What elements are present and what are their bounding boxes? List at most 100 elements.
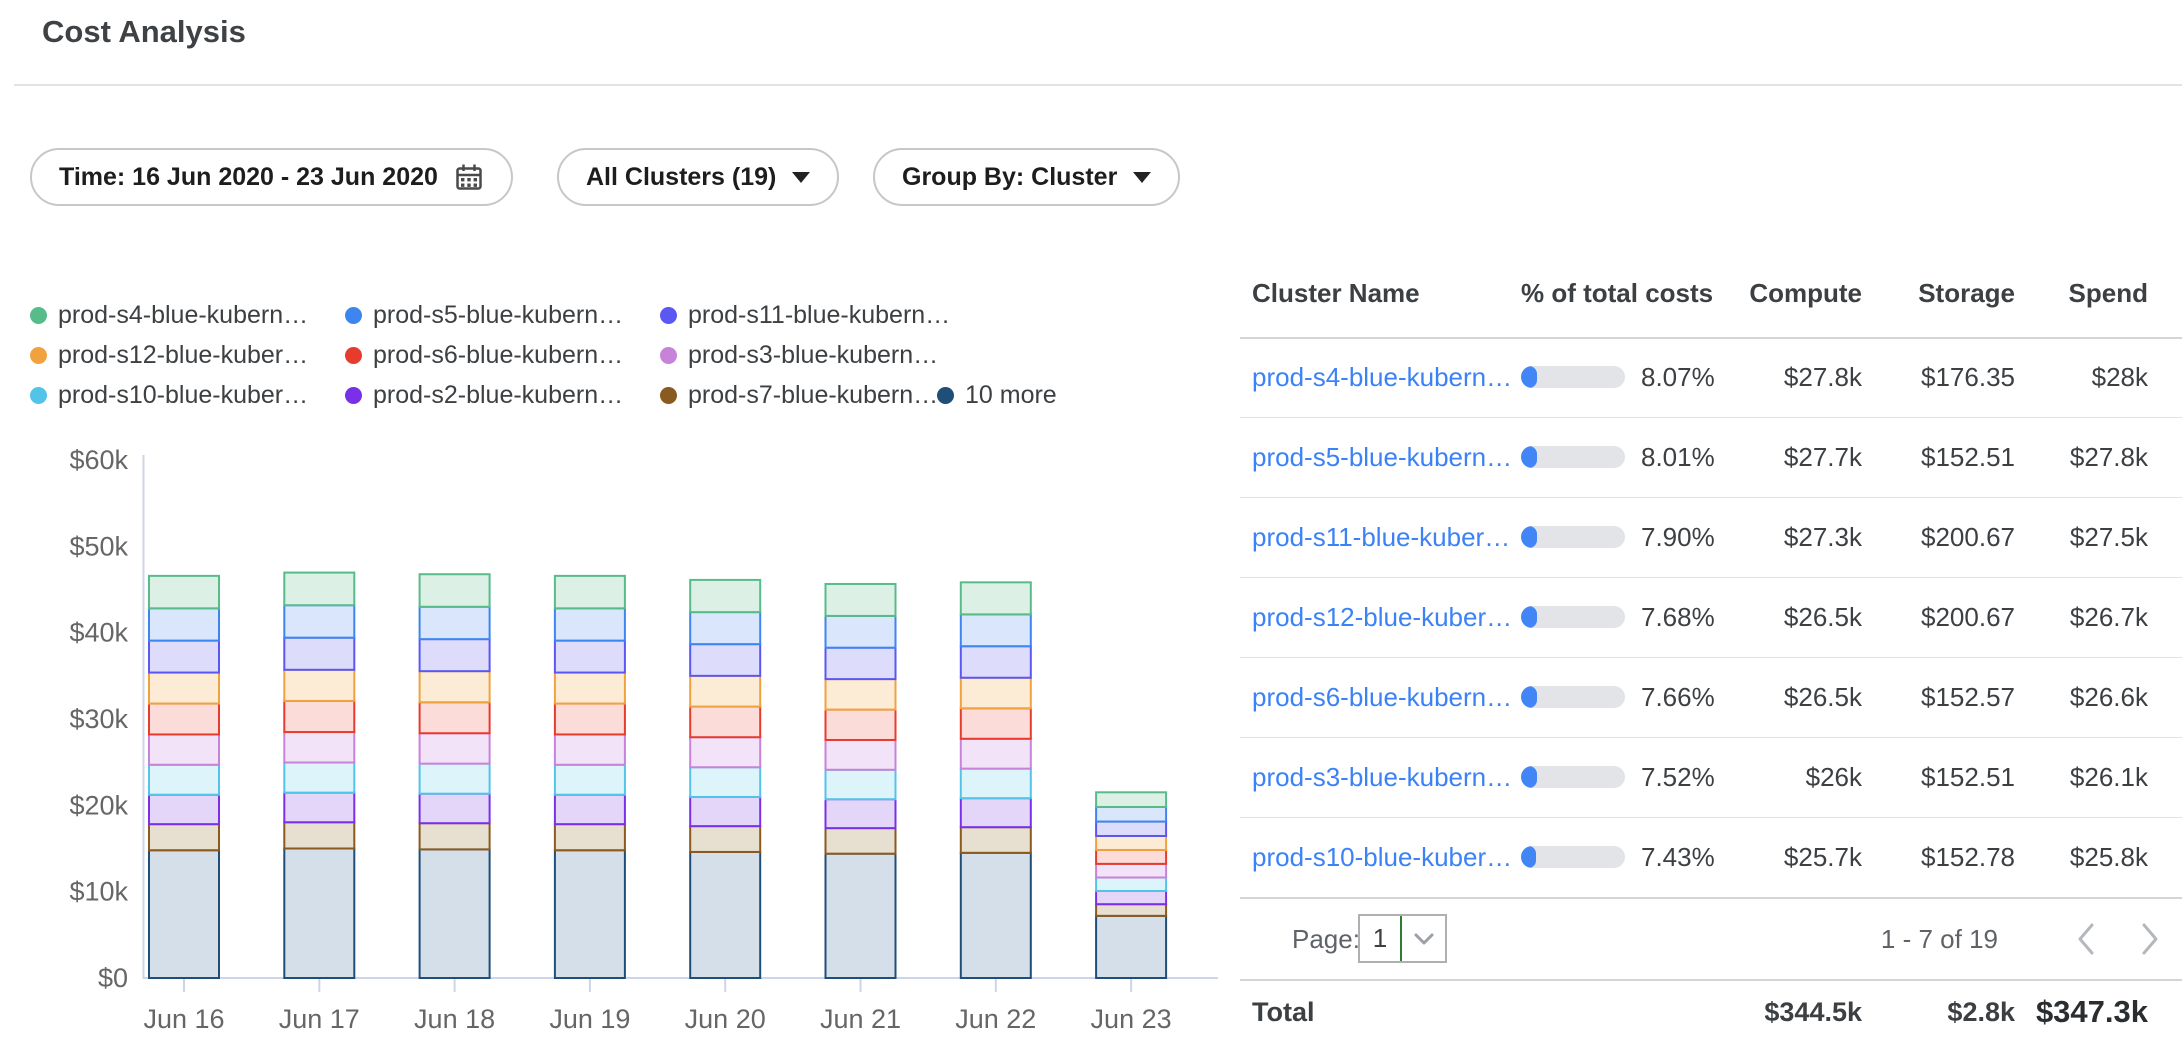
bar-segment[interactable] bbox=[555, 576, 625, 608]
bar-segment[interactable] bbox=[826, 679, 896, 709]
next-page-button[interactable] bbox=[2132, 919, 2168, 959]
bar-segment[interactable] bbox=[961, 614, 1031, 646]
bar-segment[interactable] bbox=[420, 823, 490, 849]
bar-segment[interactable] bbox=[1096, 904, 1166, 916]
cluster-name-link[interactable]: prod-s4-blue-kubern… bbox=[1252, 362, 1512, 392]
bar-segment[interactable] bbox=[420, 671, 490, 702]
cluster-name-link[interactable]: prod-s6-blue-kubern… bbox=[1252, 682, 1512, 712]
cluster-name-link[interactable]: prod-s5-blue-kubern… bbox=[1252, 442, 1512, 472]
bar-segment[interactable] bbox=[284, 638, 354, 670]
cluster-name-link[interactable]: prod-s10-blue-kuber… bbox=[1252, 842, 1512, 872]
bar-segment[interactable] bbox=[555, 824, 625, 850]
bar-segment[interactable] bbox=[690, 612, 760, 644]
bar-segment[interactable] bbox=[149, 765, 219, 795]
bar-segment[interactable] bbox=[690, 676, 760, 707]
bar-segment[interactable] bbox=[284, 670, 354, 701]
legend-item[interactable]: prod-s6-blue-kubern… bbox=[345, 341, 623, 369]
clusters-filter-button[interactable]: All Clusters (19) bbox=[557, 148, 839, 206]
bar-segment[interactable] bbox=[1096, 891, 1166, 904]
bar-segment[interactable] bbox=[149, 608, 219, 640]
bar-segment[interactable] bbox=[826, 584, 896, 616]
bar-segment[interactable] bbox=[690, 767, 760, 797]
bar-segment[interactable] bbox=[826, 710, 896, 740]
bar-segment[interactable] bbox=[1096, 792, 1166, 807]
bar-segment[interactable] bbox=[149, 795, 219, 824]
bar-segment[interactable] bbox=[826, 616, 896, 648]
bar-segment[interactable] bbox=[284, 849, 354, 979]
bar-segment[interactable] bbox=[284, 701, 354, 732]
bar-segment[interactable] bbox=[284, 763, 354, 793]
bar-segment[interactable] bbox=[555, 765, 625, 795]
legend-item[interactable]: prod-s7-blue-kubern… bbox=[660, 381, 938, 409]
bar-segment[interactable] bbox=[826, 740, 896, 770]
legend-item[interactable]: prod-s11-blue-kubern… bbox=[660, 301, 950, 329]
bar-segment[interactable] bbox=[555, 850, 625, 978]
bar-segment[interactable] bbox=[690, 644, 760, 676]
bar-segment[interactable] bbox=[961, 739, 1031, 769]
bar-segment[interactable] bbox=[555, 673, 625, 704]
bar-segment[interactable] bbox=[420, 764, 490, 794]
bar-segment[interactable] bbox=[961, 582, 1031, 614]
bar-segment[interactable] bbox=[420, 702, 490, 733]
bar-segment[interactable] bbox=[420, 607, 490, 639]
bar-segment[interactable] bbox=[826, 799, 896, 828]
bar-segment[interactable] bbox=[961, 798, 1031, 827]
bar-segment[interactable] bbox=[284, 605, 354, 637]
bar-segment[interactable] bbox=[149, 673, 219, 704]
bar-segment[interactable] bbox=[826, 854, 896, 978]
legend-item[interactable]: prod-s4-blue-kubern… bbox=[30, 301, 308, 329]
bar-segment[interactable] bbox=[420, 733, 490, 763]
bar-segment[interactable] bbox=[420, 639, 490, 671]
bar-segment[interactable] bbox=[1096, 878, 1166, 891]
bar-segment[interactable] bbox=[149, 850, 219, 978]
legend-item[interactable]: prod-s3-blue-kubern… bbox=[660, 341, 938, 369]
bar-segment[interactable] bbox=[961, 646, 1031, 678]
time-range-filter-button[interactable]: Time: 16 Jun 2020 - 23 Jun 2020 bbox=[30, 148, 513, 206]
bar-segment[interactable] bbox=[149, 704, 219, 735]
bar-segment[interactable] bbox=[826, 770, 896, 799]
legend-item[interactable]: prod-s5-blue-kubern… bbox=[345, 301, 623, 329]
bar-segment[interactable] bbox=[149, 641, 219, 673]
bar-segment[interactable] bbox=[1096, 850, 1166, 864]
prev-page-button[interactable] bbox=[2068, 919, 2104, 959]
legend-item[interactable]: prod-s12-blue-kuber… bbox=[30, 341, 308, 369]
bar-segment[interactable] bbox=[420, 794, 490, 824]
bar-segment[interactable] bbox=[284, 822, 354, 848]
bar-segment[interactable] bbox=[1096, 864, 1166, 878]
group-by-filter-button[interactable]: Group By: Cluster bbox=[873, 148, 1180, 206]
bar-segment[interactable] bbox=[961, 678, 1031, 709]
bar-segment[interactable] bbox=[961, 769, 1031, 799]
bar-segment[interactable] bbox=[1096, 822, 1166, 836]
bar-segment[interactable] bbox=[149, 824, 219, 850]
bar-segment[interactable] bbox=[690, 797, 760, 826]
bar-segment[interactable] bbox=[555, 608, 625, 640]
bar-segment[interactable] bbox=[149, 576, 219, 608]
cluster-name-link[interactable]: prod-s3-blue-kubern… bbox=[1252, 762, 1512, 792]
bar-segment[interactable] bbox=[961, 708, 1031, 738]
bar-segment[interactable] bbox=[555, 795, 625, 824]
bar-segment[interactable] bbox=[690, 737, 760, 767]
cluster-name-link[interactable]: prod-s11-blue-kuber… bbox=[1252, 522, 1510, 552]
bar-segment[interactable] bbox=[826, 828, 896, 854]
bar-segment[interactable] bbox=[690, 826, 760, 852]
bar-segment[interactable] bbox=[149, 734, 219, 764]
bar-segment[interactable] bbox=[961, 827, 1031, 853]
legend-item[interactable]: prod-s10-blue-kuber… bbox=[30, 381, 308, 409]
bar-segment[interactable] bbox=[284, 732, 354, 762]
cluster-name-link[interactable]: prod-s12-blue-kuber… bbox=[1252, 602, 1512, 632]
page-select[interactable]: 1 bbox=[1358, 914, 1447, 963]
bar-segment[interactable] bbox=[1096, 836, 1166, 850]
bar-segment[interactable] bbox=[690, 707, 760, 738]
bar-segment[interactable] bbox=[420, 574, 490, 607]
bar-segment[interactable] bbox=[420, 849, 490, 978]
bar-segment[interactable] bbox=[690, 580, 760, 612]
bar-segment[interactable] bbox=[555, 704, 625, 735]
bar-segment[interactable] bbox=[284, 573, 354, 606]
bar-segment[interactable] bbox=[555, 734, 625, 764]
legend-item[interactable]: prod-s2-blue-kubern… bbox=[345, 381, 623, 409]
bar-segment[interactable] bbox=[1096, 807, 1166, 822]
legend-item[interactable]: 10 more bbox=[937, 381, 1057, 409]
bar-segment[interactable] bbox=[555, 641, 625, 673]
bar-segment[interactable] bbox=[284, 793, 354, 823]
bar-segment[interactable] bbox=[1096, 916, 1166, 978]
